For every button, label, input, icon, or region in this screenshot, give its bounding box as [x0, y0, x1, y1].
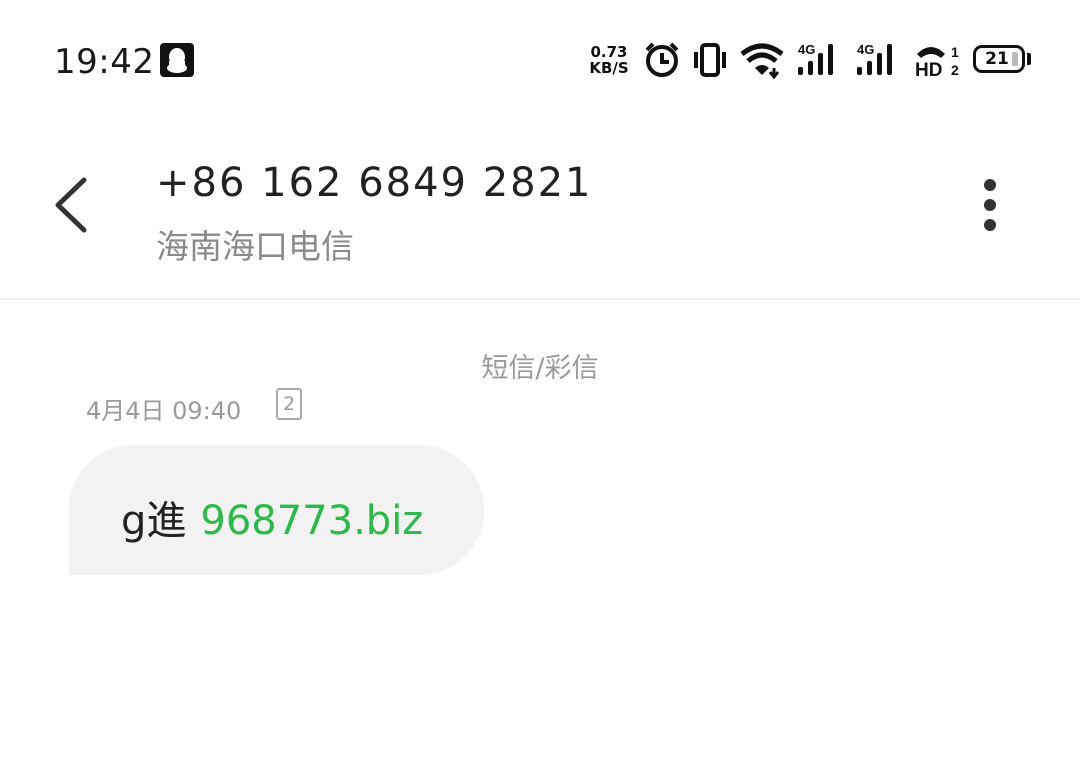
message-type-label: 短信/彩信 [481, 353, 599, 384]
conversation-header: +86 162 6849 2821 海南海口电信 [0, 120, 1080, 300]
network-speed: 0.73 KB/S [586, 44, 632, 76]
message-link[interactable]: 968773.biz [200, 498, 423, 544]
message-bubble[interactable]: g進 968773.biz [69, 445, 484, 575]
contact-phone-number: +86 162 6849 2821 [156, 160, 593, 206]
more-options-button[interactable] [970, 170, 1010, 240]
network-type-label: 4G [857, 42, 874, 57]
status-bar: 19:42 0.73 KB/S 4G 4G HD 1 2 21 [0, 0, 1080, 120]
message-timestamp: 4月4日 09:40 [86, 397, 242, 425]
battery-icon: 21 [973, 45, 1025, 73]
wifi-icon [740, 43, 784, 80]
sim-indicator-2: 2 [951, 62, 959, 78]
sim-slot-badge: 2 [276, 388, 302, 420]
message-text: g進 968773.biz [121, 488, 423, 546]
sms-conversation-screen: 19:42 0.73 KB/S 4G 4G HD 1 2 21 +86 162 … [0, 0, 1080, 776]
more-vertical-icon [984, 179, 996, 231]
battery-nub [1027, 53, 1031, 65]
network-speed-unit: KB/S [589, 59, 629, 77]
sim-indicator: 1 [951, 44, 959, 60]
qq-icon [160, 43, 194, 77]
contact-location: 海南海口电信 [156, 227, 354, 266]
hd-call-icon: HD 1 2 [915, 44, 959, 80]
status-time: 19:42 [54, 42, 155, 82]
back-button[interactable] [42, 170, 102, 240]
message-text-prefix: g進 [121, 498, 187, 544]
network-speed-value: 0.73 [590, 43, 628, 61]
hd-label: HD [915, 60, 942, 80]
vibrate-icon [694, 43, 726, 77]
chevron-left-icon [55, 177, 87, 233]
alarm-icon [645, 42, 679, 77]
battery-level: 21 [985, 49, 1009, 69]
header-divider [0, 298, 1080, 300]
signal-4g-icon: 4G [798, 42, 833, 75]
network-type-label: 4G [798, 42, 815, 57]
signal-4g-icon: 4G [857, 42, 892, 75]
